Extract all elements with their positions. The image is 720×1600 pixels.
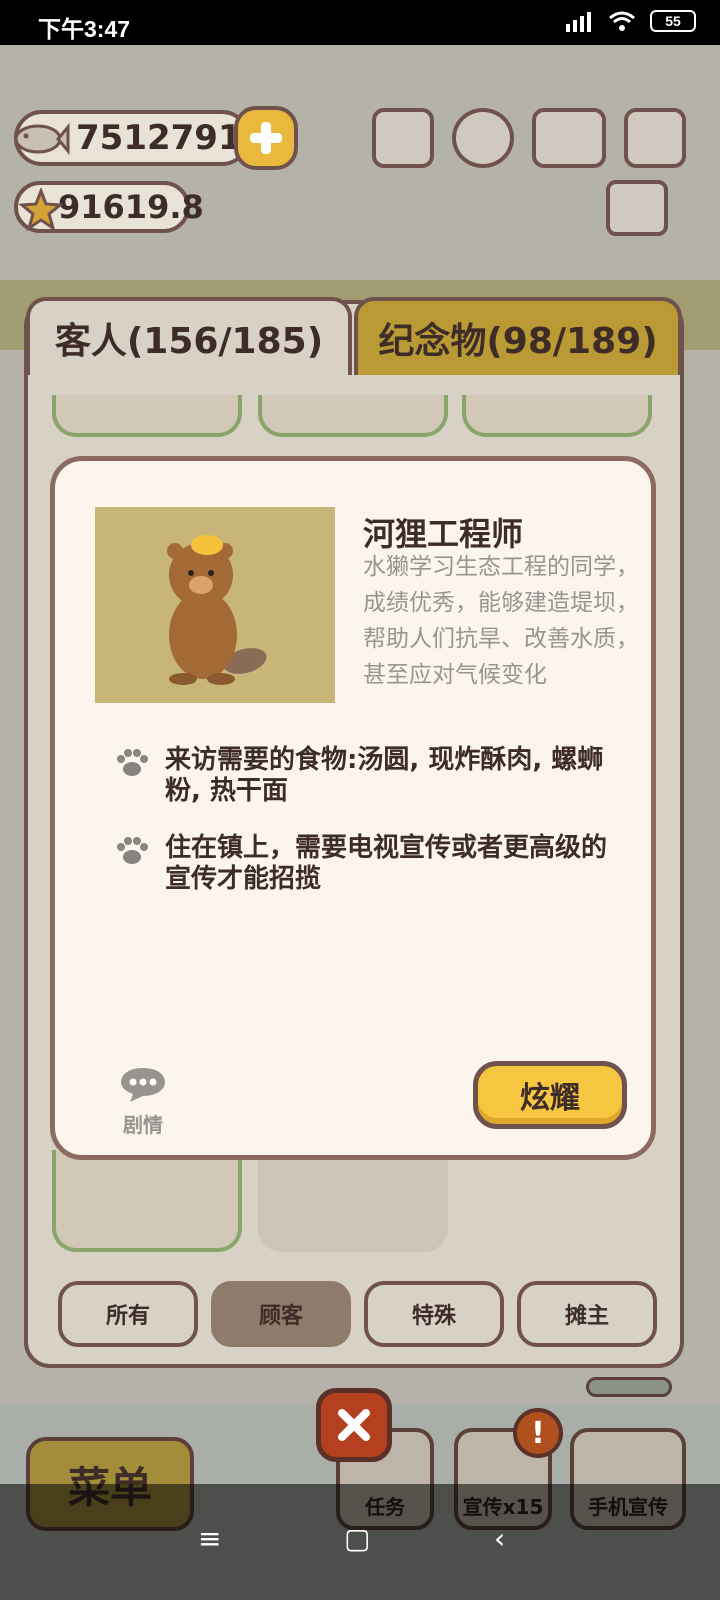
paw-icon bbox=[117, 837, 148, 864]
back-icon[interactable]: ‹ bbox=[494, 1522, 505, 1555]
wifi-icon bbox=[609, 11, 635, 31]
story-label: 剧情 bbox=[123, 1113, 163, 1137]
star-count: 91619.8 bbox=[58, 188, 204, 226]
battery-indicator: 55 bbox=[650, 10, 696, 32]
requirement-food: 来访需要的食物:汤圆, 现炸酥肉, 螺蛳粉, 热干面 bbox=[165, 745, 604, 806]
camera-icon[interactable] bbox=[624, 108, 686, 168]
progress-pill bbox=[586, 1377, 672, 1397]
filter-all[interactable]: 所有 bbox=[58, 1281, 198, 1347]
add-currency-button[interactable] bbox=[234, 106, 298, 170]
paw-icon bbox=[117, 749, 148, 776]
newspaper-icon[interactable] bbox=[606, 180, 668, 236]
star-currency: 91619.8 bbox=[14, 181, 204, 233]
tab-souvenirs[interactable]: 纪念物(98/189) bbox=[354, 297, 682, 375]
guest-card-locked[interactable] bbox=[258, 1150, 448, 1252]
guest-card[interactable] bbox=[462, 395, 652, 437]
system-icons: 55 bbox=[564, 10, 696, 32]
character-description: 水獭学习生态工程的同学，成绩优秀，能够建造堤坝，帮助人们抗旱、改善水质，甚至应对… bbox=[363, 554, 639, 688]
plus-icon bbox=[250, 122, 282, 154]
requirement-item: 来访需要的食物:汤圆, 现炸酥肉, 螺蛳粉, 热干面 bbox=[115, 745, 615, 807]
fish-icon bbox=[10, 112, 72, 166]
ranking-icon[interactable] bbox=[372, 108, 434, 168]
star-icon bbox=[10, 183, 72, 237]
requirement-promo: 住在镇上，需要电视宣传或者更高级的宣传才能招揽 bbox=[165, 833, 608, 894]
character-portrait bbox=[95, 507, 335, 703]
top-toolbar bbox=[372, 108, 686, 168]
recents-icon[interactable]: ≡ bbox=[198, 1522, 221, 1555]
close-icon bbox=[338, 1409, 370, 1441]
beaver-icon bbox=[167, 535, 267, 685]
close-button[interactable] bbox=[316, 1388, 392, 1462]
guest-card[interactable] bbox=[52, 395, 242, 437]
alert-badge: ! bbox=[513, 1408, 563, 1458]
story-button[interactable]: 剧情 bbox=[117, 1065, 169, 1138]
fish-count: 7512791 bbox=[76, 118, 242, 158]
requirement-item: 住在镇上，需要电视宣传或者更高级的宣传才能招揽 bbox=[115, 833, 615, 895]
system-nav-bar: ≡ ▢ ‹ bbox=[0, 1484, 720, 1600]
signal-icon bbox=[566, 12, 591, 32]
status-bar: 下午3:47 55 bbox=[0, 0, 720, 45]
tab-guests[interactable]: 客人(156/185) bbox=[26, 297, 352, 375]
guest-detail-dialog: 河狸工程师 水獭学习生态工程的同学，成绩优秀，能够建造堤坝，帮助人们抗旱、改善水… bbox=[50, 456, 656, 1160]
settings-icon[interactable] bbox=[452, 108, 514, 168]
album-icon[interactable] bbox=[532, 108, 606, 168]
filter-special[interactable]: 特殊 bbox=[364, 1281, 504, 1347]
guest-card[interactable] bbox=[52, 1150, 242, 1252]
clock: 下午3:47 bbox=[38, 16, 131, 42]
speech-bubble-icon bbox=[121, 1068, 165, 1102]
fish-currency: 7512791 bbox=[14, 110, 250, 166]
home-icon[interactable]: ▢ bbox=[344, 1522, 370, 1555]
guest-card[interactable] bbox=[258, 395, 448, 437]
show-off-button[interactable]: 炫耀 bbox=[473, 1061, 627, 1129]
filter-vendors[interactable]: 摊主 bbox=[517, 1281, 657, 1347]
filter-customers[interactable]: 顾客 bbox=[211, 1281, 351, 1347]
